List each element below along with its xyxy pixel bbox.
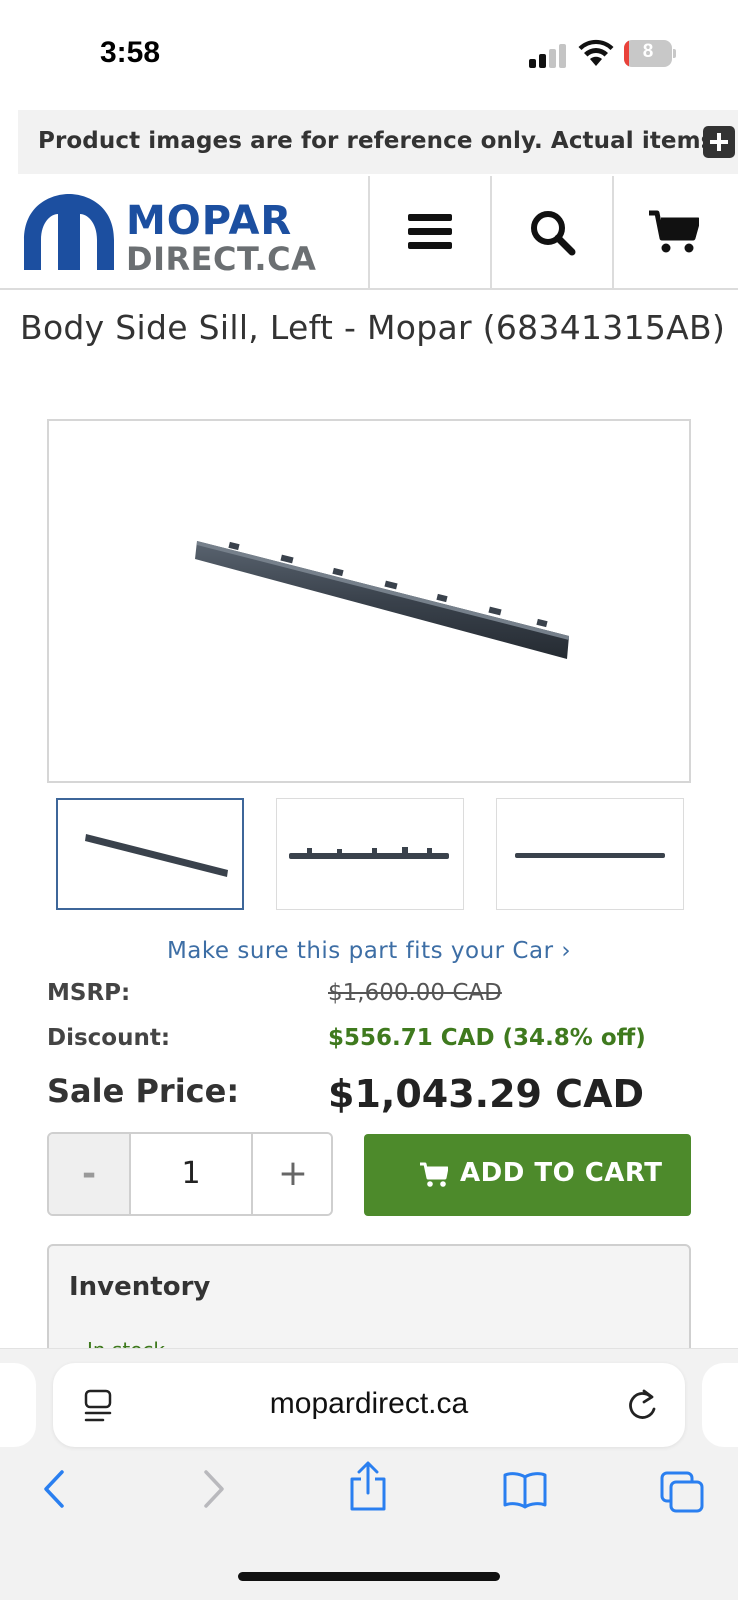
thumbnail-2[interactable] xyxy=(276,798,464,910)
discount-label: Discount: xyxy=(47,1025,171,1051)
notice-text: Product images are for reference only. A… xyxy=(38,128,710,154)
search-icon xyxy=(531,211,576,256)
quantity-increase-button[interactable]: + xyxy=(251,1134,331,1214)
product-title: Body Side Sill, Left - Mopar (68341315AB… xyxy=(20,308,726,347)
add-to-cart-button[interactable]: ADD TO CART xyxy=(364,1134,691,1216)
logo-line2: DIRECT.CA xyxy=(126,240,316,274)
browser-toolbar: mopardirect.ca xyxy=(0,1348,738,1600)
wifi-icon xyxy=(578,39,614,66)
sale-price-value: $1,043.29 CAD xyxy=(328,1072,645,1116)
signal-icon xyxy=(529,42,569,68)
back-icon[interactable] xyxy=(40,1469,70,1509)
site-header: MOPAR DIRECT.CA xyxy=(0,176,738,290)
cart-icon xyxy=(420,1162,448,1187)
cart-icon xyxy=(649,210,699,253)
address-bar[interactable]: mopardirect.ca xyxy=(53,1363,685,1447)
forward-icon[interactable] xyxy=(198,1469,228,1509)
notice-bar[interactable]: Product images are for reference only. A… xyxy=(18,110,738,174)
msrp-value: $1,600.00 CAD xyxy=(328,980,502,1006)
battery-icon: 8 xyxy=(624,40,676,68)
discount-value: $556.71 CAD (34.8% off) xyxy=(328,1025,646,1051)
quantity-decrease-button[interactable]: - xyxy=(49,1134,131,1214)
thumbnail-image xyxy=(289,847,449,859)
sill-part-image xyxy=(195,541,569,659)
share-icon[interactable] xyxy=(348,1461,388,1513)
add-to-cart-label: ADD TO CART xyxy=(460,1158,663,1188)
status-time: 3:58 xyxy=(100,36,161,69)
quantity-input[interactable]: 1 xyxy=(131,1134,251,1214)
status-bar: 3:58 8 xyxy=(0,0,738,108)
bookmarks-icon[interactable] xyxy=(502,1471,548,1509)
home-indicator[interactable] xyxy=(238,1572,500,1581)
main-product-image[interactable] xyxy=(47,419,691,783)
url-text: mopardirect.ca xyxy=(269,1387,469,1420)
thumbnail-image xyxy=(515,853,665,858)
reload-icon[interactable] xyxy=(627,1387,659,1423)
menu-button[interactable] xyxy=(368,176,490,288)
plus-icon[interactable] xyxy=(703,126,735,158)
inventory-title: Inventory xyxy=(69,1272,211,1302)
tabs-icon[interactable] xyxy=(660,1471,704,1513)
mopar-logo[interactable]: MOPAR DIRECT.CA xyxy=(22,194,352,274)
logo-line1: MOPAR xyxy=(126,198,292,244)
sale-price-label: Sale Price: xyxy=(47,1072,240,1110)
msrp-label: MSRP: xyxy=(47,980,131,1006)
quantity-stepper: - 1 + xyxy=(47,1132,333,1216)
thumbnail-image xyxy=(85,834,228,877)
menu-icon xyxy=(408,214,452,249)
thumbnail-3[interactable] xyxy=(496,798,684,910)
battery-level: 8 xyxy=(642,41,654,62)
thumbnail-1[interactable] xyxy=(56,798,244,910)
fit-check-link[interactable]: Make sure this part fits your Car › xyxy=(0,938,738,964)
cart-button[interactable] xyxy=(612,176,734,288)
search-button[interactable] xyxy=(490,176,612,288)
next-tab-preview[interactable] xyxy=(702,1363,738,1447)
previous-tab-preview[interactable] xyxy=(0,1363,36,1447)
